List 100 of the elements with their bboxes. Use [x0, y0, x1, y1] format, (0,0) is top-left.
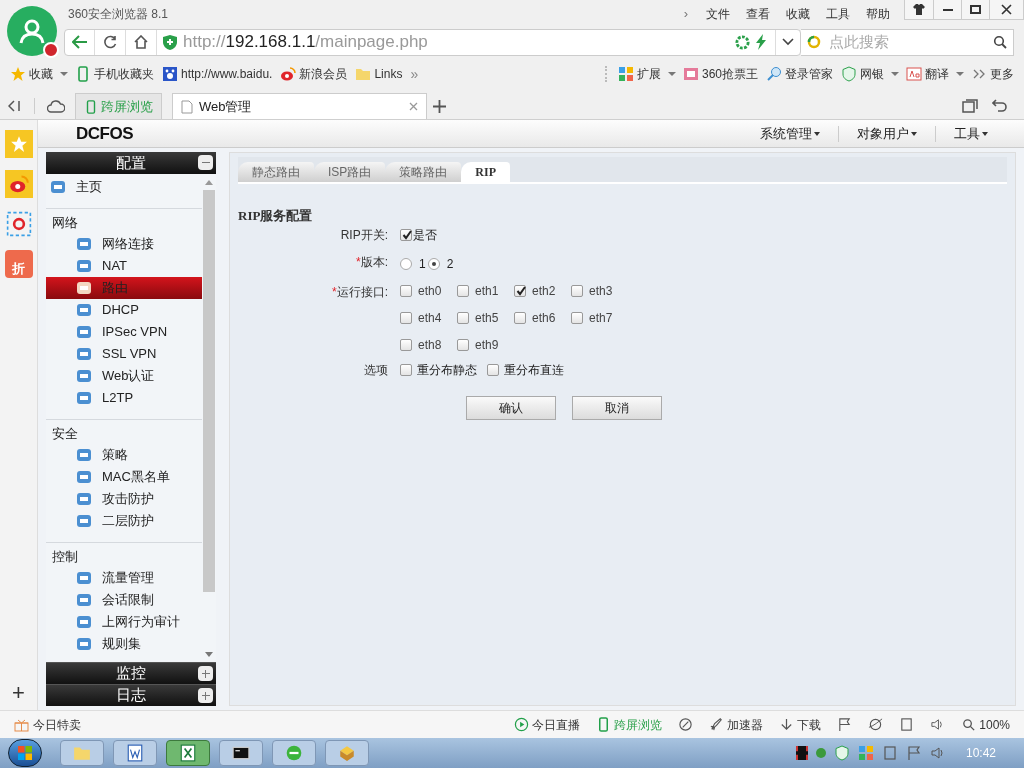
top-menu-item[interactable]: 系统管理 — [742, 123, 838, 144]
toolbar-item[interactable]: 360抢票王 — [682, 65, 758, 83]
search-bar[interactable]: 点此搜索 — [801, 28, 1014, 56]
tab[interactable]: ISP路由 — [314, 162, 386, 182]
nav-item[interactable]: NAT — [46, 255, 202, 277]
nav-item[interactable]: 规则集 — [46, 633, 202, 655]
nav-item[interactable]: 上网行为审计 — [46, 611, 202, 633]
status-link[interactable]: 今日特卖 — [33, 715, 81, 734]
caret-icon — [814, 131, 820, 136]
avatar-icon[interactable] — [7, 6, 57, 56]
taskbar-app-button[interactable] — [219, 740, 263, 766]
toolbar-item[interactable]: 翻译 — [906, 65, 949, 83]
expand-button[interactable] — [198, 666, 213, 681]
tab[interactable]: 静态路由 — [238, 162, 314, 182]
nav-item[interactable]: Web认证 — [46, 365, 202, 387]
caret-icon[interactable] — [956, 71, 964, 77]
new-tab-icon[interactable] — [433, 99, 446, 113]
collapse-button[interactable] — [198, 155, 213, 170]
start-button[interactable] — [8, 739, 42, 767]
radio-button[interactable] — [427, 257, 440, 270]
panel-header[interactable]: 监控 — [46, 662, 216, 684]
radio-button[interactable] — [400, 257, 412, 270]
nav-item[interactable]: L2TP — [46, 387, 202, 409]
nav-item[interactable]: SSL VPN — [46, 343, 202, 365]
checkbox[interactable] — [457, 284, 469, 297]
caret-icon[interactable] — [891, 71, 899, 77]
checkbox[interactable] — [514, 284, 526, 297]
checkbox[interactable] — [457, 311, 469, 324]
nav-item[interactable]: 攻击防护 — [46, 488, 202, 510]
nav-item[interactable]: 流量管理 — [46, 567, 202, 589]
nav-item[interactable]: MAC黑名单 — [46, 466, 202, 488]
gear-icon[interactable] — [735, 34, 750, 50]
nav-item[interactable]: 主页 — [46, 176, 202, 198]
tab[interactable]: RIP — [461, 162, 510, 182]
add-button[interactable]: + — [12, 682, 25, 704]
form-button[interactable]: 取消 — [572, 395, 662, 420]
expand-button[interactable] — [198, 688, 213, 703]
menu-item[interactable]: 文件 — [706, 5, 730, 23]
nav-item[interactable]: DHCP — [46, 299, 202, 321]
menu-item-icon — [76, 447, 92, 463]
panel-header[interactable]: 配置 — [46, 152, 216, 174]
checkbox[interactable] — [571, 311, 583, 324]
bookmark-item[interactable]: 新浪会员 — [280, 65, 348, 83]
film-icon[interactable] — [795, 746, 808, 760]
address-bar[interactable]: http://192.168.1.1/mainpage.php — [64, 28, 801, 56]
undo-icon[interactable] — [992, 99, 1008, 113]
search-icon[interactable] — [993, 35, 1007, 49]
top-menu-item[interactable]: 对象用户 — [839, 123, 935, 144]
panel-header[interactable]: 日志 — [46, 684, 216, 706]
nav-item[interactable]: 网络连接 — [46, 233, 202, 255]
toolbar-item[interactable]: 扩展 — [617, 65, 661, 83]
bookmark-item[interactable]: Links — [355, 65, 403, 83]
checkbox[interactable] — [400, 284, 412, 297]
caret-icon[interactable] — [667, 71, 676, 77]
checkbox[interactable] — [571, 284, 583, 297]
menu-item[interactable]: 收藏 — [786, 5, 810, 23]
option-label: eth2 — [532, 282, 556, 300]
caret-icon[interactable] — [60, 71, 68, 77]
checkbox[interactable] — [487, 364, 499, 376]
status-link[interactable]: 今日直播 — [532, 715, 581, 734]
browser-tab[interactable]: Web管理 — [172, 93, 427, 119]
nav-item[interactable]: 策略 — [46, 444, 202, 466]
top-menu-item[interactable]: 工具 — [936, 123, 1006, 144]
scroll-up-icon[interactable] — [205, 180, 213, 186]
bookmark-item[interactable]: http://www.baidu. — [162, 65, 273, 83]
sidebar-toggle-icon[interactable] — [8, 100, 22, 112]
tab[interactable]: 策略路由 — [385, 162, 462, 182]
group-heading: 安全 — [52, 425, 79, 443]
lightning-icon[interactable] — [755, 34, 767, 50]
url-text[interactable]: http://192.168.1.1/mainpage.php — [183, 29, 428, 55]
toolbar-item[interactable]: 网银 — [841, 65, 884, 83]
status-link[interactable]: 100% — [979, 715, 1010, 734]
nav-item[interactable]: IPSec VPN — [46, 321, 202, 343]
status-link[interactable]: 加速器 — [727, 715, 764, 734]
bookmark-item[interactable]: 收藏 — [10, 65, 53, 83]
bookmark-item[interactable]: 手机收藏夹 — [75, 65, 154, 83]
nav-item[interactable]: 二层防护 — [46, 510, 202, 532]
checkbox[interactable] — [457, 338, 469, 351]
windows-icon[interactable] — [962, 99, 978, 113]
cloud-icon[interactable] — [47, 99, 65, 113]
form-button[interactable]: 确认 — [466, 395, 556, 420]
weibo-button[interactable] — [4, 170, 33, 198]
toolbar-item[interactable]: 登录管家 — [766, 65, 833, 83]
scroll-down-icon[interactable] — [205, 652, 213, 658]
toolbar-item[interactable]: 更多 — [971, 65, 1014, 83]
taskbar-app-button[interactable] — [166, 740, 210, 766]
checkbox[interactable] — [514, 311, 526, 324]
checkbox[interactable] — [400, 229, 412, 241]
menu-item[interactable]: 工具 — [826, 5, 850, 23]
menu-item[interactable]: 帮助 — [866, 5, 890, 23]
status-link[interactable]: 下载 — [797, 715, 822, 734]
checkbox[interactable] — [400, 338, 412, 351]
close-tab-icon[interactable] — [409, 102, 418, 111]
folder-icon — [355, 66, 372, 82]
menu-item[interactable]: 查看 — [746, 5, 770, 23]
checkbox[interactable] — [400, 364, 412, 376]
checkbox[interactable] — [400, 311, 412, 324]
search-field[interactable]: 点此搜索 — [829, 30, 993, 54]
nav-item[interactable]: 会话限制 — [46, 589, 202, 611]
gift-icon[interactable] — [14, 717, 29, 732]
